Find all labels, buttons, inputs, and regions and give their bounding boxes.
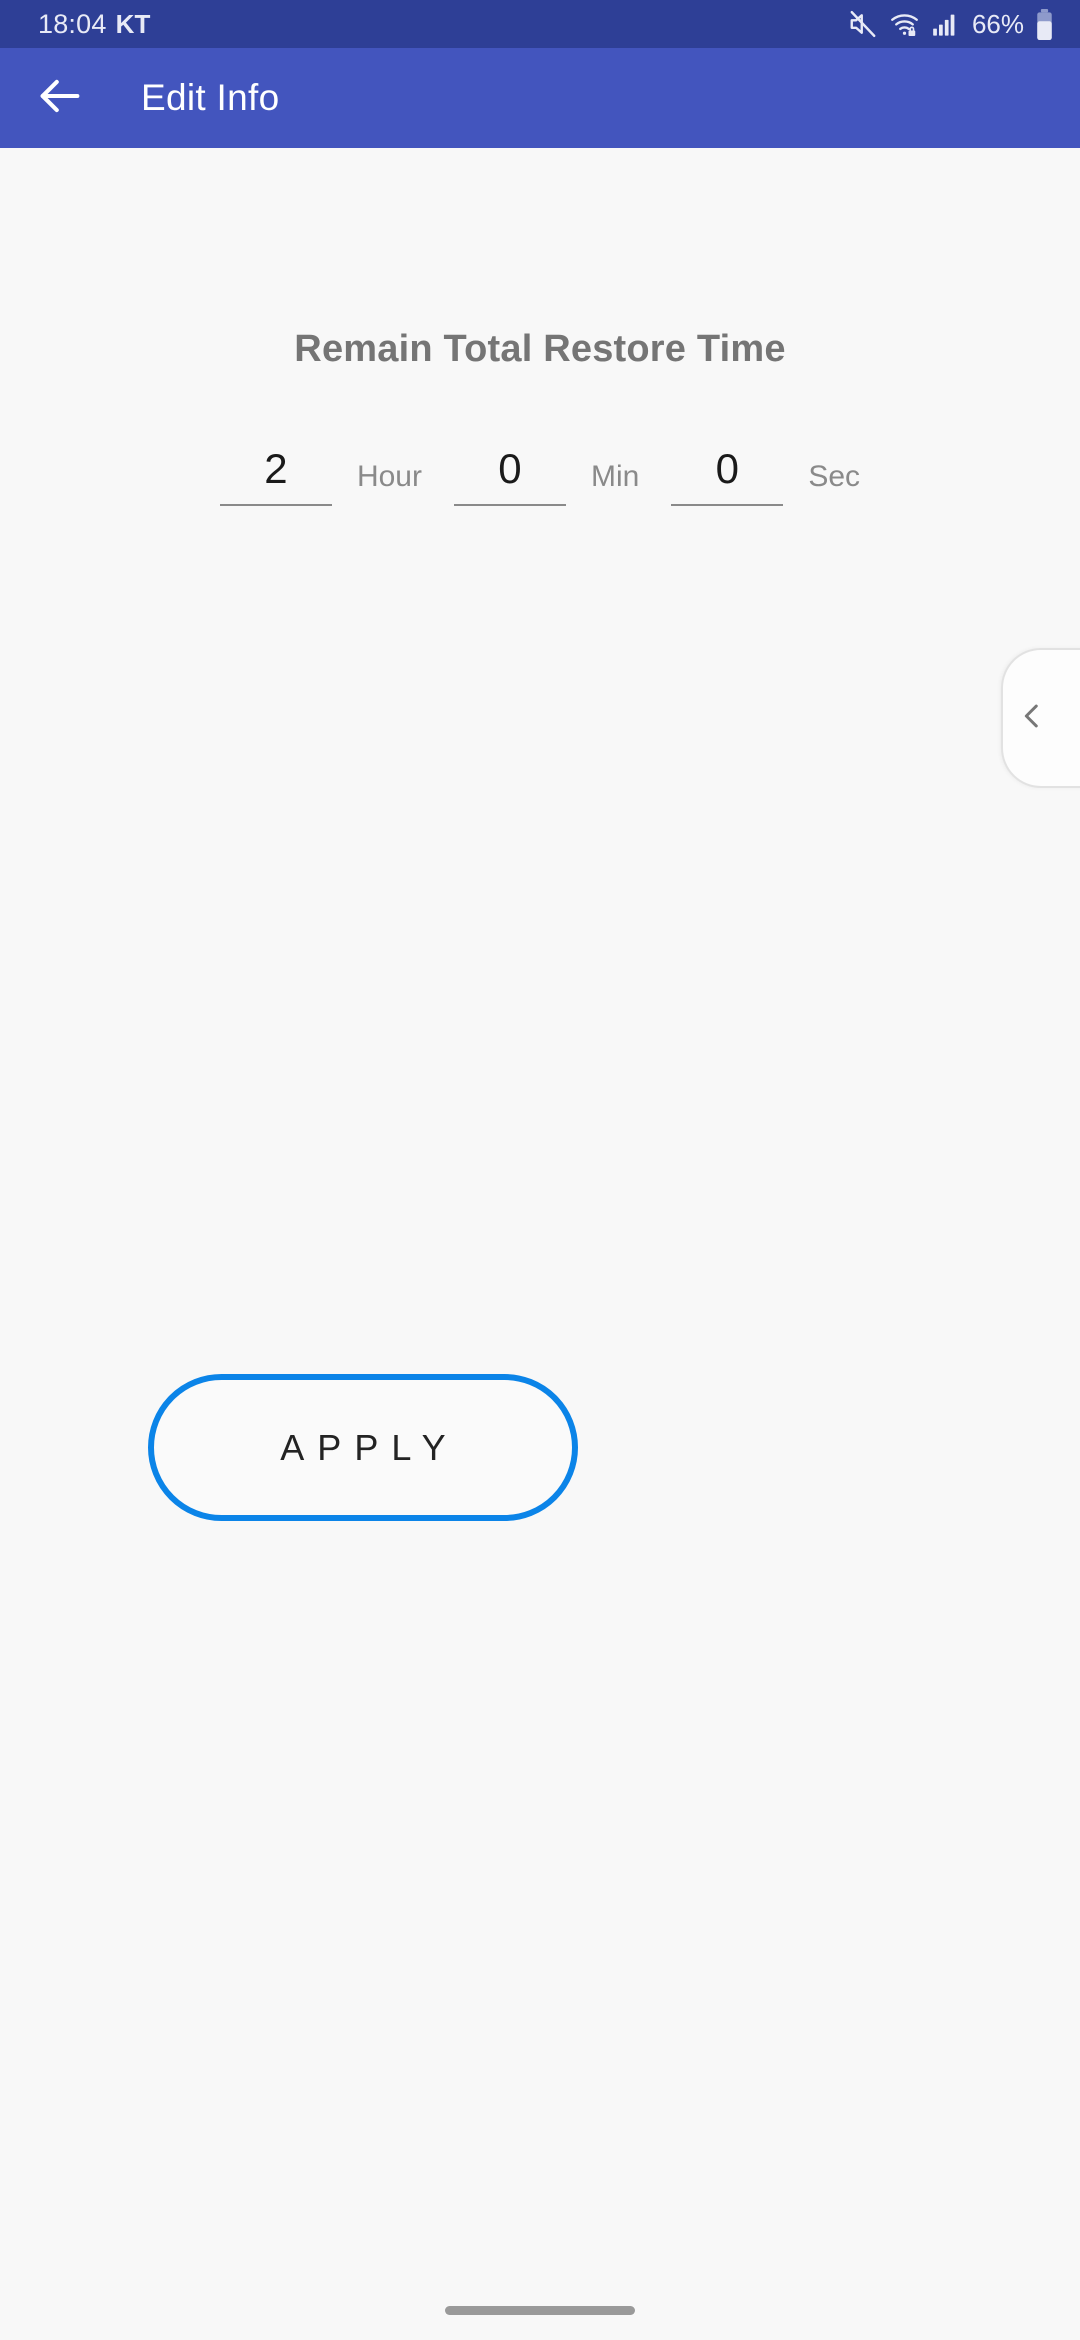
hour-input[interactable]: 2 [219,448,332,506]
back-button[interactable] [12,50,108,146]
page-title: Edit Info [141,77,280,118]
signal-bars-icon [931,10,961,38]
chevron-left-icon [1015,699,1049,738]
hour-label: Hour [356,460,422,493]
mute-icon [848,9,878,39]
min-label: Min [590,460,640,493]
wifi-secured-icon [889,9,920,39]
battery-percent-label: 66% [971,8,1024,39]
status-bar-left: 18:04 KT [38,9,151,40]
battery-icon [1035,8,1054,40]
phone-screen: 18:04 KT 66% Edit Info Remain Total Rest… [0,0,1080,2340]
edge-panel-handle[interactable] [1001,648,1080,788]
apply-button[interactable]: APPLY [148,1374,578,1521]
content-area: Remain Total Restore Time 2 Hour 0 Min 0… [0,148,1080,2340]
status-bar-carrier: KT [115,8,151,39]
status-bar-clock: 18:04 [38,8,107,39]
status-bar-right: 66% [848,8,1054,40]
time-unit-min: 0 Min [453,448,671,506]
back-arrow-icon [34,70,86,127]
status-bar: 18:04 KT 66% [0,0,1080,48]
sec-label: Sec [808,460,861,493]
sec-input[interactable]: 0 [671,448,784,506]
home-indicator[interactable] [445,2306,635,2315]
time-input-row: 2 Hour 0 Min 0 Sec [0,448,1080,506]
section-heading: Remain Total Restore Time [294,328,786,370]
time-unit-hour: 2 Hour [219,448,454,506]
app-bar: Edit Info [0,48,1080,148]
min-input[interactable]: 0 [453,448,566,506]
time-unit-sec: 0 Sec [671,448,860,506]
